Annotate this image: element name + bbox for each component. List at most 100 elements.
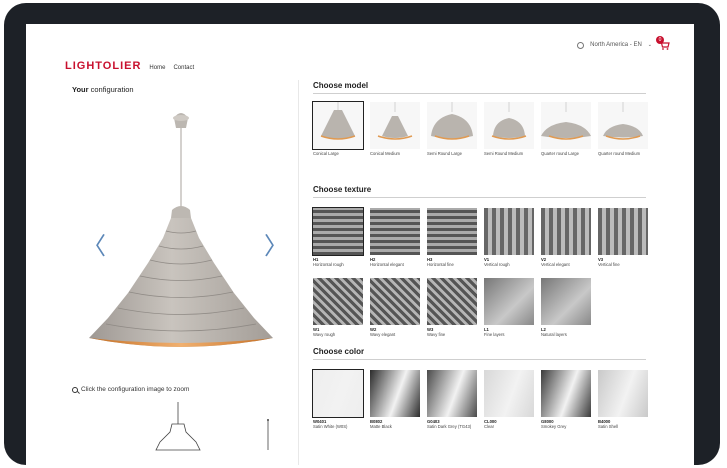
nav-home-link[interactable]: Home [149, 65, 165, 71]
color-swatch [598, 370, 648, 417]
color-swatch [541, 370, 591, 417]
texture-option[interactable]: H3 Horizontal fine [427, 208, 481, 268]
previous-image-arrow[interactable]: 〈 [82, 234, 106, 258]
texture-caption: H3 Horizontal fine [427, 257, 481, 268]
model-section-rule [313, 93, 646, 94]
color-option[interactable]: CL000 Clear [484, 370, 538, 430]
lamp-dimension-drawing [155, 402, 269, 451]
texture-name: Vertical fine [598, 262, 620, 268]
texture-thumbnail [370, 278, 420, 325]
texture-caption: L1 Fine layers [484, 327, 538, 338]
choose-texture-title: Choose texture [313, 185, 371, 194]
texture-caption: V1 Vertical rough [484, 257, 538, 268]
model-thumbnail [312, 101, 364, 150]
texture-section-rule [313, 197, 646, 198]
texture-caption: H1 Horizontal rough [313, 257, 367, 268]
cart-count-badge: 0 [656, 36, 664, 44]
configuration-title-bold: Your [72, 85, 89, 94]
magnifier-icon [72, 386, 78, 393]
color-name: Smokey Grey [541, 424, 567, 430]
color-option[interactable]: B0802 Matte Black [370, 370, 424, 430]
header-utilities: North America - EN ⌄ 0 [577, 36, 670, 50]
texture-caption: V3 Vertical fine [598, 257, 652, 268]
configuration-title: Your configuration [72, 85, 134, 94]
color-name: Matte Black [370, 424, 392, 430]
globe-icon [577, 41, 585, 49]
color-caption: G8000 Smokey Grey [541, 419, 595, 430]
texture-option[interactable]: H2 Horizontal elegant [370, 208, 424, 268]
choose-model-title: Choose model [313, 81, 368, 90]
color-section-rule [313, 359, 646, 360]
texture-name: Fine layers [484, 332, 505, 338]
texture-option[interactable]: V1 Vertical rough [484, 208, 538, 268]
color-caption: B0802 Matte Black [370, 419, 424, 430]
texture-thumbnail [484, 208, 534, 255]
texture-thumbnail [427, 208, 477, 255]
configuration-title-rest: configuration [90, 85, 134, 94]
model-name: Semi Round Large [427, 151, 462, 156]
model-name: Quarter round Medium [598, 151, 641, 156]
texture-caption: W3 Wavy fine [427, 327, 481, 338]
texture-name: Wavy elegant [370, 332, 396, 338]
choose-color-label: Choose color [313, 347, 365, 356]
panel-divider [298, 80, 299, 465]
model-name: Semi Round Medium [484, 151, 524, 156]
texture-thumbnail [598, 208, 648, 255]
model-thumbnail [541, 102, 591, 149]
color-name: Clear [484, 424, 495, 430]
color-caption: B4000 Satin Shell [598, 419, 652, 430]
model-thumbnail [427, 102, 477, 149]
color-caption: G0403 Satin Dark Grey (TG43) [427, 419, 481, 430]
texture-thumbnail [312, 207, 364, 256]
zoom-hint: Click the configuration image to zoom [72, 386, 189, 393]
model-option[interactable]: Semi Round Medium [484, 102, 538, 156]
texture-option[interactable]: V2 Vertical elegant [541, 208, 595, 268]
choose-color-title: Choose color [313, 347, 364, 356]
texture-thumbnail [541, 208, 591, 255]
brand-nav: LIGHTOLIER Home Contact [65, 60, 194, 72]
color-option[interactable]: G0403 Satin Dark Grey (TG43) [427, 370, 481, 430]
region-selector[interactable]: North America - EN [590, 42, 642, 48]
model-option[interactable]: Semi Round Large [427, 102, 481, 156]
texture-option[interactable]: L1 Fine layers [484, 278, 538, 338]
texture-option[interactable]: W3 Wavy fine [427, 278, 481, 338]
model-name: Conical Medium [370, 151, 401, 156]
choose-model-label: Choose model [313, 81, 369, 90]
model-name: Conical Large [313, 151, 339, 156]
brand-logo[interactable]: LIGHTOLIER [65, 60, 141, 72]
zoom-hint-text: Click the configuration image to zoom [81, 386, 190, 393]
texture-option[interactable]: W2 Wavy elegant [370, 278, 424, 338]
model-option[interactable]: Quarter round Large [541, 102, 595, 156]
model-name: Quarter round Large [541, 151, 579, 156]
model-option[interactable]: Conical Large [312, 101, 367, 156]
nav-contact-link[interactable]: Contact [173, 65, 194, 71]
model-option[interactable]: Quarter round Medium [598, 102, 652, 156]
texture-caption: H2 Horizontal elegant [370, 257, 424, 268]
model-option[interactable]: Conical Medium [370, 102, 424, 156]
texture-name: Vertical elegant [541, 262, 570, 268]
texture-name: Natural layers [541, 332, 567, 338]
texture-thumbnail [370, 208, 420, 255]
texture-option[interactable]: W1 Wavy rough [313, 278, 367, 338]
model-thumbnail [598, 102, 648, 149]
texture-name: Horizontal fine [427, 262, 454, 268]
texture-option[interactable]: L2 Natural layers [541, 278, 595, 338]
texture-thumbnail [427, 278, 477, 325]
texture-option[interactable]: V3 Vertical fine [598, 208, 652, 268]
color-swatch [370, 370, 420, 417]
texture-name: Wavy fine [427, 332, 446, 338]
texture-option[interactable]: H1 Horizontal rough [312, 207, 367, 268]
texture-name: Horizontal rough [313, 262, 344, 268]
choose-texture-label: Choose texture [313, 185, 372, 194]
next-image-arrow[interactable]: 〉 [264, 234, 288, 258]
color-caption: CL000 Clear [484, 419, 538, 430]
color-option[interactable]: B4000 Satin Shell [598, 370, 652, 430]
texture-thumbnail [484, 278, 534, 325]
color-name: Satin Dark Grey (TG43) [427, 424, 472, 430]
cart-icon[interactable]: 0 [656, 36, 670, 50]
color-option[interactable]: W0401 Satin White (W0S) [312, 369, 367, 430]
color-option[interactable]: G8000 Smokey Grey [541, 370, 595, 430]
color-swatch [312, 369, 364, 418]
color-name: Satin Shell [598, 424, 619, 430]
texture-caption: L2 Natural layers [541, 327, 595, 338]
